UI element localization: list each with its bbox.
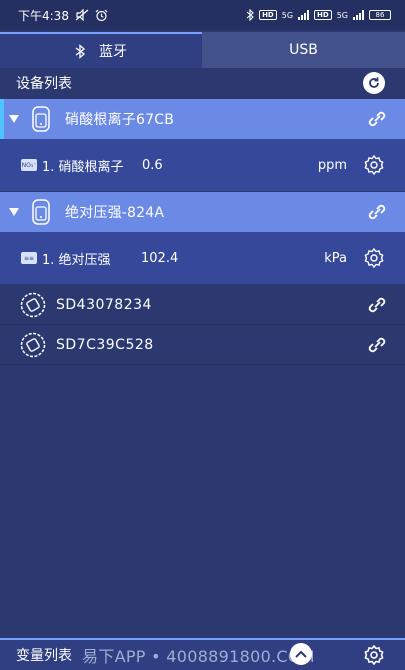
battery-icon: 86: [369, 10, 391, 20]
device-row-2[interactable]: 绝对压强-824A: [0, 192, 405, 232]
sensor-device-icon: [32, 106, 50, 132]
expand-up-button[interactable]: [290, 643, 312, 665]
link-icon[interactable]: [365, 334, 389, 356]
sensor-type-badge: ≡≡: [21, 252, 37, 264]
link-icon[interactable]: [365, 108, 389, 130]
signal-icon-2: [353, 10, 364, 20]
tab-usb[interactable]: USB: [202, 32, 405, 68]
status-bar: 下午4:38 HD 5G HD 5G 86: [0, 0, 405, 30]
device-name: 硝酸根离子67CB: [65, 112, 174, 128]
device-name: SD43078234: [56, 296, 152, 313]
gear-icon[interactable]: [363, 247, 385, 269]
chevron-up-icon: [295, 650, 307, 658]
gear-icon[interactable]: [363, 154, 385, 176]
link-icon[interactable]: [365, 201, 389, 223]
expand-caret-icon[interactable]: [9, 115, 19, 123]
status-left: 下午4:38: [18, 7, 108, 24]
expand-caret-icon[interactable]: [9, 208, 19, 216]
device-name: 绝对压强-824A: [65, 205, 165, 221]
bluetooth-icon: [75, 43, 85, 59]
variable-list-title: 变量列表: [16, 648, 72, 664]
hd-badge-2: HD: [314, 10, 332, 20]
sensor-device-icon: [32, 199, 50, 225]
sensor-label: 1. 硝酸根离子: [42, 159, 124, 175]
net-label-1: 5G: [281, 10, 294, 20]
hd-badge-1: HD: [259, 10, 277, 20]
device-name: SD7C39C528: [56, 336, 154, 353]
status-time: 下午4:38: [18, 8, 69, 23]
sensor-row-1[interactable]: NO₃⁻ 1. 硝酸根离子 0.6 ppm: [0, 139, 405, 191]
round-sensor-icon: [20, 292, 46, 317]
sensor-unit: kPa: [324, 250, 347, 266]
variable-list-bar: 变量列表 易下APP • 4008891800.COM: [0, 638, 405, 670]
device-row-1[interactable]: 硝酸根离子67CB: [0, 99, 405, 139]
device-list-header: 设备列表: [0, 68, 405, 98]
watermark-text: 易下APP • 4008891800.COM: [82, 647, 315, 666]
sensor-row-2[interactable]: ≡≡ 1. 绝对压强 102.4 kPa: [0, 232, 405, 284]
device-list-title: 设备列表: [16, 76, 72, 92]
refresh-icon: [369, 77, 379, 88]
round-sensor-icon: [20, 332, 46, 357]
alarm-icon: [95, 9, 108, 21]
device-row-3[interactable]: SD43078234: [0, 285, 405, 325]
bluetooth-status-icon: [246, 9, 254, 21]
tab-bluetooth[interactable]: 蓝牙: [0, 32, 202, 68]
sensor-unit: ppm: [317, 157, 347, 173]
settings-gear-icon[interactable]: [363, 644, 385, 666]
net-label-2: 5G: [336, 10, 348, 20]
mute-icon: [75, 9, 89, 21]
link-icon[interactable]: [365, 294, 389, 316]
sensor-value: 102.4: [141, 250, 179, 266]
sensor-value: 0.6: [142, 157, 163, 173]
tab-usb-label: USB: [289, 42, 318, 58]
sensor-label: 1. 绝对压强: [42, 252, 111, 268]
sensor-type-badge: NO₃⁻: [21, 159, 37, 171]
signal-icon-1: [298, 10, 310, 20]
device-row-4[interactable]: SD7C39C528: [0, 325, 405, 365]
status-right: HD 5G HD 5G 86: [246, 9, 391, 21]
refresh-button[interactable]: [363, 72, 385, 94]
tab-bluetooth-label: 蓝牙: [99, 44, 127, 60]
connection-tabs: 蓝牙 USB: [0, 32, 405, 68]
